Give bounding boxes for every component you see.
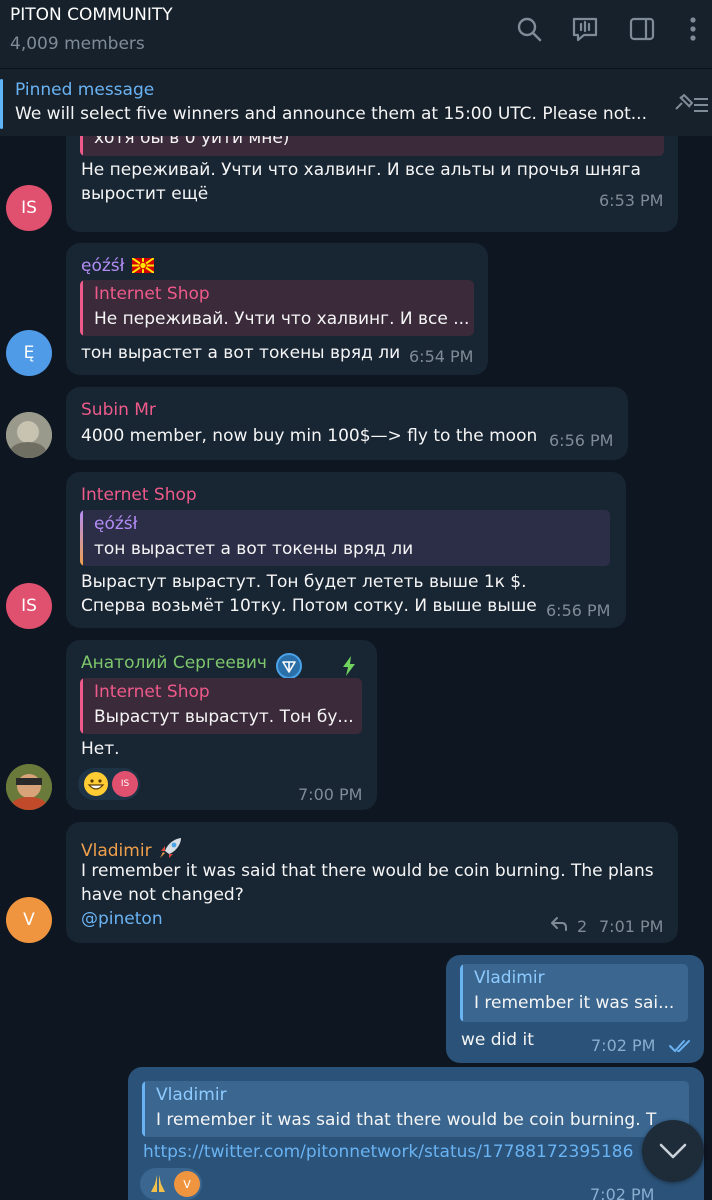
reply-quote[interactable]: Vladimir I remember it was sai... [460,964,688,1022]
message-text-line-2: Сперва возьмёт 10тку. Потом сотку. И выш… [81,596,537,616]
reply-accent-bar [80,510,83,566]
message-bubble[interactable]: Анатолий Сергеевич Internet Shop Вырасту… [66,640,377,810]
message-text: we did it [461,1030,534,1050]
grin-emoji [84,772,108,796]
mention-link[interactable]: @pineton [81,907,163,931]
message-time: 6:56 PM [546,601,611,620]
chat-title[interactable]: PITON COMMUNITY [10,5,173,25]
avatar[interactable]: IS [6,185,52,231]
message-time: 6:53 PM [599,191,664,210]
avatar[interactable] [6,412,52,458]
message-bubble-outgoing[interactable]: Vladimir I remember it was sai... we did… [446,955,704,1063]
message-bubble[interactable]: ęóźśł Internet Shop Не переживай. Учти ч… [66,243,488,375]
reply-count[interactable]: 2 [577,917,587,936]
sender-name-text: Vladimir [81,841,152,861]
reply-sender: Internet Shop [94,284,210,304]
reply-accent-bar [80,280,83,336]
reply-accent-bar [142,1081,145,1137]
pinned-label: Pinned message [15,80,155,100]
avatar[interactable] [6,764,52,810]
message-time: 7:02 PM [591,1036,656,1055]
reply-quote[interactable]: хотя бы в 0 уйти мне) [80,136,664,156]
message-text: тон вырастет а вот токены вряд ли [81,343,401,363]
reply-quote[interactable]: Vladimir I remember it was said that the… [142,1081,689,1137]
message-bubble[interactable]: Internet Shop ęóźśł тон вырастет а вот т… [66,472,626,628]
message-text-line-1: Не переживай. Учти что халвинг. И все ал… [81,160,641,180]
reply-text: I remember it was said that there would … [156,1110,657,1130]
sender-name[interactable]: Анатолий Сергеевич [81,653,267,673]
reply-quote[interactable]: ęóźśł тон вырастет а вот токены вряд ли [80,510,610,566]
message-text: Нет. [81,739,120,759]
message-time: 6:56 PM [549,431,614,450]
search-icon[interactable] [514,14,544,44]
message-bubble[interactable]: Subin Mr 4000 member, now buy min 100$—>… [66,387,628,460]
reply-text: I remember it was sai... [474,993,675,1013]
reaction-avatar: V [174,1171,200,1197]
reply-text: Вырастут вырастут. Тон бу... [94,707,354,727]
reply-sender: Vladimir [156,1085,227,1105]
avatar[interactable]: IS [6,583,52,629]
macedonia-flag [131,257,155,274]
pinned-text: We will select five winners and announce… [15,104,647,124]
reaction-chip[interactable]: V [140,1168,202,1200]
unpin-icon[interactable] [672,91,710,119]
reply-arrow-icon[interactable] [550,916,568,936]
reply-text: хотя бы в 0 уйти мне) [94,136,290,148]
message-time: 6:54 PM [409,347,474,366]
reply-sender: ęóźśł [94,514,138,534]
reply-accent-bar [80,136,83,156]
more-vertical-icon[interactable] [678,14,708,44]
sender-name-text: ęóźśł [81,256,125,276]
tweet-link[interactable]: https://twitter.com/pitonnetwork/status/… [143,1140,691,1164]
message-bubble-outgoing[interactable]: Vladimir I remember it was said that the… [128,1067,704,1200]
sender-name[interactable]: ęóźśł [81,256,155,276]
message-list[interactable]: хотя бы в 0 уйти мне) Не переживай. Учти… [0,136,712,1200]
message-time: 7:01 PM [599,917,664,936]
sender-name[interactable]: Internet Shop [81,485,197,505]
avatar[interactable]: Ę [6,330,52,376]
member-count: 4,009 members [10,34,145,54]
reaction-chip[interactable]: IS [78,768,140,800]
pray-emoji [146,1172,170,1200]
verified-icon [276,653,302,679]
chat-header: PITON COMMUNITY 4,009 members [0,0,712,68]
message-text-line-1: Вырастут вырастут. Тон будет лететь выше… [81,572,527,592]
chevron-down-icon [659,1143,687,1159]
reply-quote[interactable]: Internet Shop Не переживай. Учти что хал… [80,280,474,336]
message-bubble[interactable]: Vladimir I remember it was said that the… [66,822,678,943]
message-text-line-2: выростит ещё [81,184,209,204]
reply-text: Не переживай. Учти что халвинг. И все ..… [94,309,470,329]
message-text-line-1: I remember it was said that there would … [81,861,654,881]
message-text-line-2: have not changed? [81,885,244,905]
sender-name-text: Анатолий Сергеевич [81,653,267,673]
reply-quote[interactable]: Internet Shop Вырастут вырастут. Тон бу.… [80,678,362,734]
message-bubble[interactable]: хотя бы в 0 уйти мне) Не переживай. Учти… [66,136,678,232]
reply-accent-bar [80,678,83,734]
avatar[interactable]: V [6,897,52,943]
reply-sender: Vladimir [474,968,545,988]
double-check-icon [668,1038,694,1058]
reply-accent-bar [460,964,463,1022]
live-chat-icon[interactable] [570,14,600,44]
lightning-icon [342,656,356,680]
sender-name[interactable]: Vladimir [81,834,183,861]
sender-name[interactable]: Subin Mr [81,400,156,420]
sidebar-toggle-icon[interactable] [627,14,657,44]
message-time: 7:02 PM [590,1185,655,1200]
reply-sender: Internet Shop [94,682,210,702]
message-time: 7:00 PM [298,785,363,804]
reply-text: тон вырастет а вот токены вряд ли [94,539,414,559]
scroll-to-bottom-button[interactable] [642,1120,704,1182]
message-text: 4000 member, now buy min 100$—> fly to t… [81,426,538,446]
reaction-avatar: IS [112,771,138,797]
pinned-accent-bar [0,79,3,129]
pinned-message-bar[interactable]: Pinned message We will select five winne… [0,68,712,136]
